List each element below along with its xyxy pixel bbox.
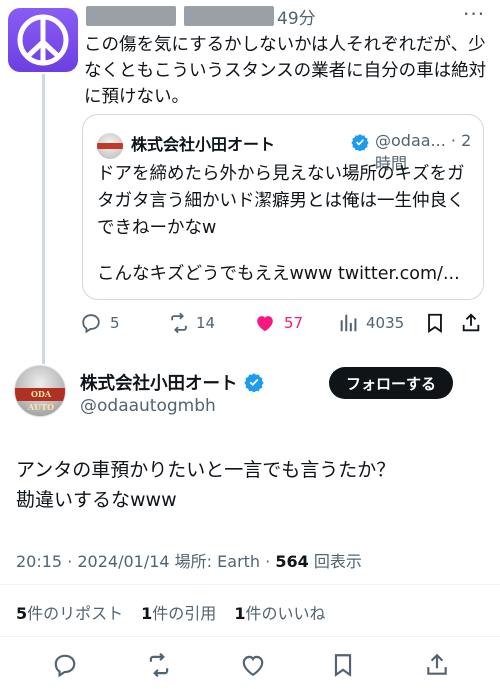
tweet-timestamp-location[interactable]: 20:15 · 2024/01/14 場所: Earth · xyxy=(16,552,275,571)
retweet-button[interactable]: 14 xyxy=(168,311,215,335)
more-dots-icon[interactable]: ··· xyxy=(463,2,485,26)
share-icon xyxy=(427,653,447,675)
peace-symbol-icon xyxy=(17,14,69,66)
quoted-user-avatar xyxy=(97,133,123,159)
user-avatar[interactable] xyxy=(8,8,78,72)
like-count: 57 xyxy=(284,314,304,332)
quoted-tweet-link-text: こんなキズどうでもええwww twitter.com/... xyxy=(97,264,460,284)
bookmark-button[interactable] xyxy=(330,652,356,678)
thread-connector-line xyxy=(42,74,45,364)
bookmark-icon xyxy=(428,313,442,333)
quoted-user-name: 株式会社小田オート xyxy=(131,135,276,154)
view-count: 564 xyxy=(275,552,309,571)
bookmark-icon xyxy=(334,654,352,677)
tweet-text-line: 勘違いするなwww xyxy=(16,489,177,511)
tweet-meta: 20:15 · 2024/01/14 場所: Earth · 564 回表示 xyxy=(16,548,362,572)
views-button[interactable]: 4035 xyxy=(338,311,404,335)
heart-icon xyxy=(242,655,264,677)
tweet-text-line: アンタの車預かりたいと一言でも言うたか？ xyxy=(16,459,396,481)
views-count: 4035 xyxy=(366,314,405,332)
retweet-button[interactable] xyxy=(146,652,172,678)
share-button[interactable] xyxy=(460,311,482,335)
avatar-logo-text: ODA AUTO xyxy=(27,389,55,412)
like-button[interactable] xyxy=(240,652,266,678)
share-button[interactable] xyxy=(424,652,450,678)
bookmark-button[interactable] xyxy=(424,311,446,335)
retweet-icon xyxy=(149,652,169,678)
tweet-text: この傷を気にするかしないかは人それぞれだが、少なくともこういうスタンスの業者に自… xyxy=(84,35,487,107)
redacted-display-name xyxy=(86,6,176,26)
reply-icon xyxy=(54,654,76,678)
author-avatar[interactable]: ODA AUTO xyxy=(14,365,66,417)
likes-stat[interactable]: 1件のいいね xyxy=(234,600,325,624)
author-name[interactable]: 株式会社小田オート xyxy=(80,370,238,395)
divider xyxy=(0,584,500,585)
verified-badge-icon xyxy=(351,134,369,151)
retweet-icon xyxy=(171,312,187,334)
reply-icon xyxy=(82,314,100,334)
reply-button[interactable] xyxy=(52,652,78,678)
follow-button[interactable]: フォローする xyxy=(329,367,453,399)
divider xyxy=(0,636,500,637)
reply-button[interactable]: 5 xyxy=(80,311,120,335)
verified-badge-icon xyxy=(244,373,264,392)
author-handle[interactable]: @odaautogmbh xyxy=(80,396,216,416)
reposts-stat[interactable]: 5件のリポスト xyxy=(16,600,123,624)
retweet-count: 14 xyxy=(196,314,216,332)
share-icon xyxy=(462,313,480,332)
quoted-tweet-card[interactable]: 株式会社小田オート @odaa... · 2時間 ドアを締めたら外から見えない場… xyxy=(82,114,484,300)
engagement-stats: 5件のリポスト 1件の引用 1件のいいね xyxy=(16,600,325,624)
reply-count: 5 xyxy=(110,314,120,332)
tweet-text: アンタの車預かりたいと一言でも言うたか？ 勘違いするなwww xyxy=(16,455,486,515)
view-count-label: 回表示 xyxy=(308,552,362,571)
heart-filled-icon xyxy=(257,316,273,332)
quoted-tweet-text: ドアを締めたら外から見えない場所のキズをガタガタ言う細かいド潔癖男とは俺は一生仲… xyxy=(97,164,465,238)
redacted-handle xyxy=(184,6,274,26)
tweet-time[interactable]: 49分 xyxy=(277,4,316,29)
like-button[interactable]: 57 xyxy=(254,311,303,335)
analytics-icon xyxy=(340,314,357,332)
quotes-stat[interactable]: 1件の引用 xyxy=(141,600,216,624)
